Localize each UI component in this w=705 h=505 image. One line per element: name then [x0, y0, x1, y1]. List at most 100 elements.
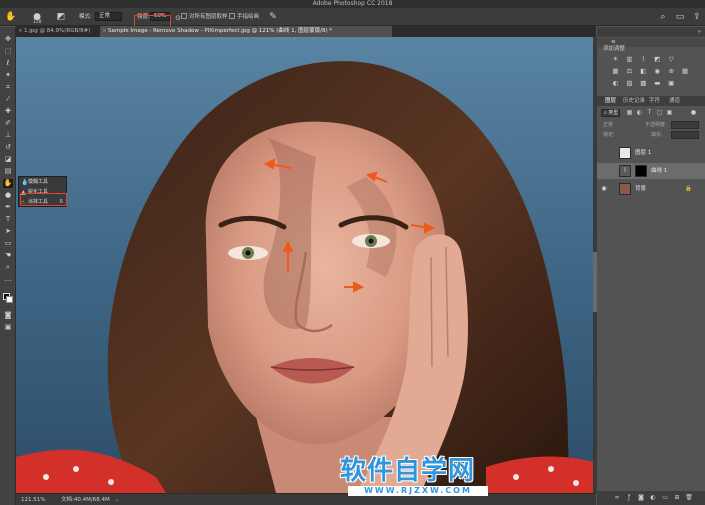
document-canvas[interactable]: [16, 37, 593, 493]
type-filter-icon[interactable]: T: [645, 109, 654, 117]
more-tools-icon[interactable]: …: [3, 275, 13, 284]
layer-name: 背景: [635, 186, 647, 192]
crop-tool-icon[interactable]: ⌗: [3, 83, 13, 92]
background-color-swatch[interactable]: [6, 296, 13, 303]
adjust-filter-icon[interactable]: ◐: [635, 109, 644, 117]
link-icon[interactable]: ∞: [613, 494, 621, 502]
dodge-tool-icon[interactable]: ●: [3, 191, 13, 200]
brightness-icon[interactable]: ☀: [611, 55, 620, 63]
status-menu-icon[interactable]: ›: [116, 497, 118, 505]
channel-mixer-icon[interactable]: ⊕: [667, 67, 676, 75]
search-icon[interactable]: ⌕: [656, 11, 670, 23]
quick-mask-icon[interactable]: ◙: [3, 311, 13, 320]
tab-character[interactable]: 字符: [649, 97, 660, 105]
layer-filter-select[interactable]: ⌕ 类型: [601, 109, 620, 117]
status-bar: 121.51% 文档:40.4M/68.4M ›: [16, 493, 596, 505]
finger-painting-checkbox[interactable]: [229, 13, 235, 19]
new-layer-icon[interactable]: ⊞: [673, 494, 681, 502]
hand-tool-icon[interactable]: ☚: [3, 251, 13, 260]
eraser-tool-icon[interactable]: ◪: [3, 155, 13, 164]
selective-color-icon[interactable]: ▣: [667, 79, 676, 87]
hue-icon[interactable]: ▦: [611, 67, 620, 75]
tab-document-2[interactable]: × Sample Image - Remove Shadow - PIXimpe…: [100, 26, 392, 37]
layer-row-selected[interactable]: ⌇ 曲线 1: [597, 163, 705, 179]
history-brush-tool-icon[interactable]: ↺: [3, 143, 13, 152]
gradient-map-icon[interactable]: ▬: [653, 79, 662, 87]
fx-icon[interactable]: ƒ: [625, 494, 633, 502]
share-icon[interactable]: ⇪: [690, 11, 704, 23]
tab-history[interactable]: 历史记录: [623, 97, 645, 105]
zoom-tool-icon[interactable]: ⌕: [3, 263, 13, 272]
visibility-off-icon[interactable]: [600, 167, 608, 175]
marquee-tool-icon[interactable]: ⬚: [3, 47, 13, 56]
adjustment-layer-icon[interactable]: ◐: [649, 494, 657, 502]
threshold-icon[interactable]: ▩: [639, 79, 648, 87]
collapse-icon[interactable]: »: [698, 28, 701, 36]
filter-toggle-icon[interactable]: ●: [689, 109, 698, 117]
close-icon[interactable]: ×: [18, 26, 23, 37]
gradient-tool-icon[interactable]: ▤: [3, 167, 13, 176]
quick-select-tool-icon[interactable]: ✦: [3, 71, 13, 80]
layer-row[interactable]: ◉ 背景 🔒: [597, 181, 705, 197]
pixel-filter-icon[interactable]: ▦: [625, 109, 634, 117]
shape-filter-icon[interactable]: ▢: [655, 109, 664, 117]
exposure-icon[interactable]: ◩: [653, 55, 662, 63]
curves-icon[interactable]: ⌇: [639, 55, 648, 63]
lookup-icon[interactable]: ▦: [681, 67, 690, 75]
type-tool-icon[interactable]: T: [3, 215, 13, 224]
filter-label: 类型: [608, 110, 619, 116]
brush-tool-icon[interactable]: ✐: [3, 119, 13, 128]
photo-image: [16, 37, 593, 493]
eyedropper-tool-icon[interactable]: ⁄: [3, 95, 13, 104]
blend-mode-label[interactable]: 正常: [603, 121, 613, 129]
panel-collapse-bar[interactable]: »: [597, 27, 705, 37]
black-white-icon[interactable]: ◧: [639, 67, 648, 75]
layers-tabs: 图层 历史记录 字符 通道: [597, 96, 705, 106]
trash-icon[interactable]: 🗑: [685, 494, 693, 502]
fill-input[interactable]: [671, 131, 699, 139]
levels-icon[interactable]: ▥: [625, 55, 634, 63]
mode-label: 模式:: [79, 14, 92, 20]
right-panel: » ≡ 添加调整 ☀ ▥ ⌇ ◩ ▽ ▦ ⚖ ◧ ◉ ⊕ ▦ ◐ ▨ ▩ ▬ ▣…: [597, 27, 705, 505]
tab-layers[interactable]: 图层: [605, 97, 616, 105]
healing-tool-icon[interactable]: ✚: [3, 107, 13, 116]
color-balance-icon[interactable]: ⚖: [625, 67, 634, 75]
lasso-tool-icon[interactable]: ℓ: [3, 59, 13, 68]
workspace-icon[interactable]: ▭: [673, 11, 687, 23]
shape-tool-icon[interactable]: ▭: [3, 239, 13, 248]
blur-tool-item[interactable]: 💧 模糊工具: [20, 178, 66, 187]
clone-stamp-tool-icon[interactable]: ⊥: [3, 131, 13, 140]
screen-mode-icon[interactable]: ▣: [3, 323, 13, 332]
tab-document-1[interactable]: × 1.jpg @ 84.9%(RGB/8#) *: [16, 26, 94, 45]
watermark: 软件自学网 WWW.RJZXW.COM: [340, 456, 492, 500]
zoom-level[interactable]: 121.51%: [21, 496, 45, 504]
lock-icon: 🔒: [685, 186, 692, 192]
brush-settings-icon[interactable]: ◩: [54, 11, 68, 23]
smudge-tool-preset-icon[interactable]: ✋: [4, 11, 18, 23]
opacity-label: 不透明度:: [645, 122, 667, 128]
layer-mask-thumbnail[interactable]: [635, 165, 647, 177]
vibrance-icon[interactable]: ▽: [667, 55, 676, 63]
smart-filter-icon[interactable]: ▣: [665, 109, 674, 117]
tab-channels[interactable]: 通道: [669, 97, 680, 105]
photo-filter-icon[interactable]: ◉: [653, 67, 662, 75]
pen-tool-icon[interactable]: ✒: [3, 203, 13, 212]
pen-pressure-icon[interactable]: ✎: [266, 11, 280, 23]
sample-all-layers-checkbox[interactable]: [181, 13, 187, 19]
mask-icon[interactable]: ◙: [637, 494, 645, 502]
tab-label: Sample Image - Remove Shadow - PIXimperf…: [108, 28, 333, 34]
doc-size[interactable]: 文档:40.4M/68.4M: [61, 496, 110, 504]
close-icon[interactable]: ×: [102, 26, 107, 37]
posterize-icon[interactable]: ▨: [625, 79, 634, 87]
mode-select[interactable]: 正常: [95, 12, 122, 21]
layer-row[interactable]: 图层 1: [597, 145, 705, 161]
opacity-input[interactable]: [671, 121, 699, 129]
move-tool-icon[interactable]: ✥: [3, 35, 13, 44]
smudge-tool-icon[interactable]: ✋: [3, 179, 13, 188]
visibility-off-icon[interactable]: [600, 149, 608, 157]
invert-icon[interactable]: ◐: [611, 79, 620, 87]
folder-icon[interactable]: ▭: [661, 494, 669, 502]
eye-icon[interactable]: ◉: [600, 185, 608, 193]
path-select-tool-icon[interactable]: ➤: [3, 227, 13, 236]
document-tabs: × 1.jpg @ 84.9%(RGB/8#) * × Sample Image…: [16, 26, 596, 45]
